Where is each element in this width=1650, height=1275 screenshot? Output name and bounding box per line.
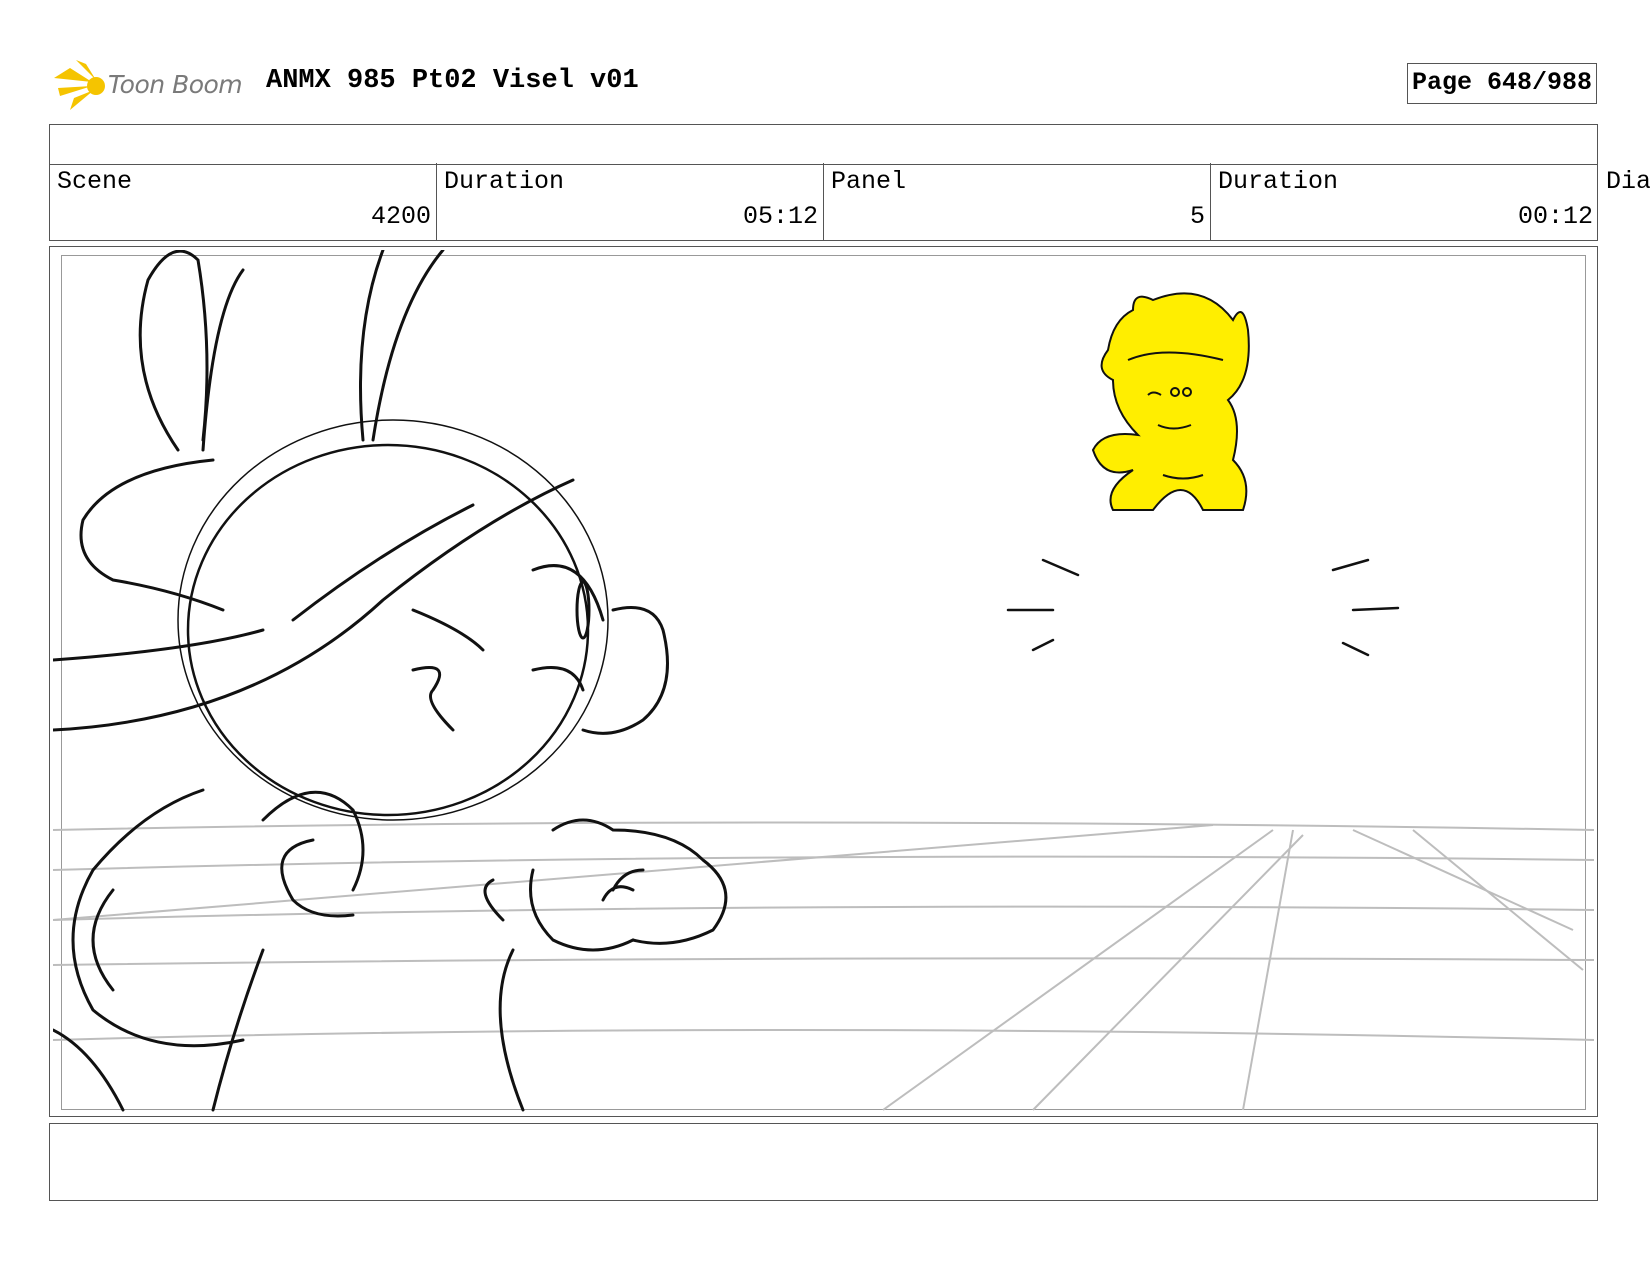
panel-duration-cell: Duration 00:12 [1211, 163, 1598, 241]
page-indicator: Page 648/988 [1407, 63, 1597, 104]
action-lines [1006, 558, 1400, 657]
document-title: ANMX 985 Pt02 Visel v01 [266, 66, 639, 96]
panel-value: 5 [1189, 202, 1205, 231]
panel-duration-value: 00:12 [1517, 202, 1593, 231]
scene-info-row: Scene 4200 Duration 05:12 Panel 5 Durati… [49, 163, 1598, 241]
scene-value: 4200 [370, 202, 431, 231]
notes-box [49, 1123, 1598, 1201]
panel-duration-label: Duration [1218, 167, 1339, 196]
panel-cell: Panel 5 [824, 163, 1211, 241]
scene-label: Scene [57, 167, 133, 196]
scene-duration-label: Duration [444, 167, 565, 196]
storyboard-sketch [53, 250, 1594, 1112]
header-band [49, 124, 1598, 165]
logo-text: Toon Boom [108, 70, 243, 99]
floor-guide-lines [53, 821, 1594, 1111]
scene-duration-value: 05:12 [742, 202, 818, 231]
scene-cell: Scene 4200 [50, 163, 437, 241]
panel-label: Panel [831, 167, 907, 196]
foreground-character-sketch [53, 250, 728, 1112]
background-character-highlight [1091, 292, 1250, 511]
scene-duration-cell: Duration 05:12 [437, 163, 824, 241]
dialog-label-partial: Dia [1606, 167, 1650, 196]
